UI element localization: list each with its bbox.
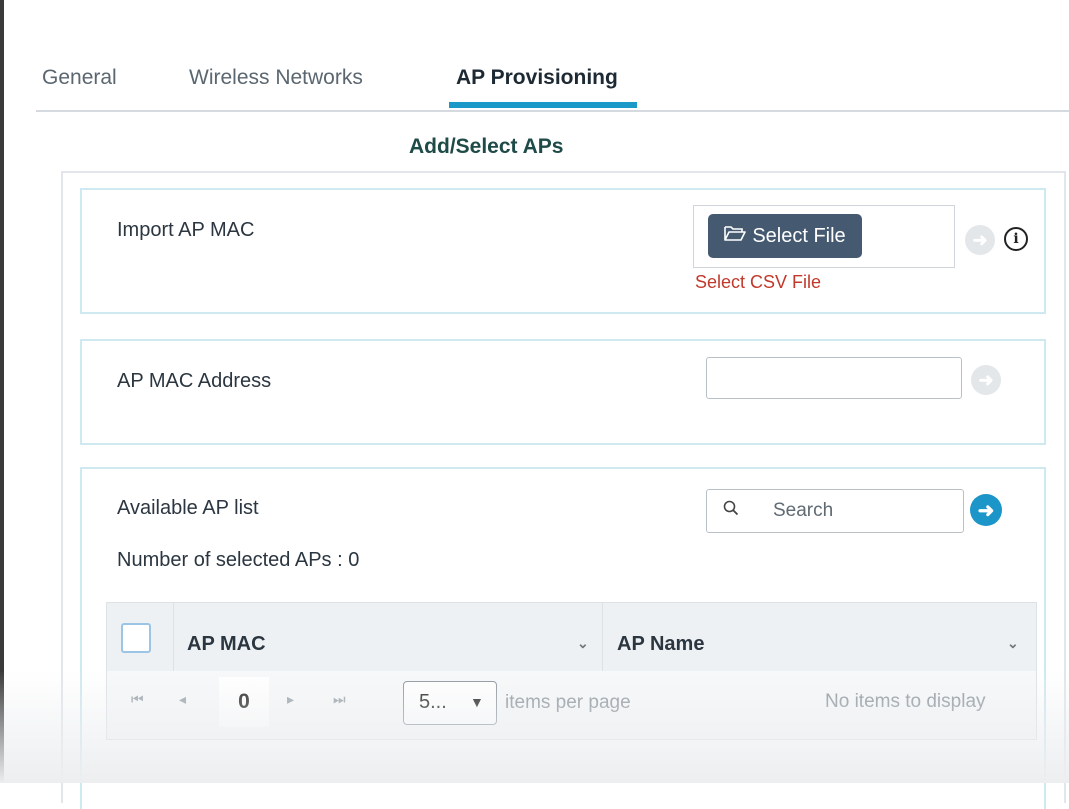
search-input[interactable]: Search [706, 489, 964, 533]
chevron-down-icon[interactable]: ⌄ [1007, 635, 1019, 652]
page-size-value: 5... [419, 691, 447, 713]
ap-grid: AP MAC ⌄ AP Name ⌄ ⏮ ◂ 0 ▸ ⏭ 5... ▼ item… [106, 602, 1037, 740]
chevron-down-icon[interactable]: ⌄ [577, 635, 589, 652]
file-picker: Select File [693, 205, 955, 268]
search-placeholder: Search [773, 500, 834, 521]
window-left-edge [0, 0, 4, 783]
current-page-number: 0 [219, 677, 269, 727]
caret-down-icon: ▼ [470, 694, 484, 710]
tab-wireless-networks[interactable]: Wireless Networks [189, 66, 363, 90]
select-all-cell [107, 603, 174, 671]
section-title: Add/Select APs [409, 135, 564, 158]
pager-status: No items to display [825, 691, 986, 712]
add-mac-go-arrow-icon[interactable]: ➜ [971, 365, 1001, 395]
ap-mac-address-label: AP MAC Address [117, 370, 272, 392]
folder-open-icon [724, 224, 747, 248]
first-page-icon[interactable]: ⏮ [131, 691, 144, 708]
search-go-arrow-icon[interactable]: ➜ [970, 494, 1002, 526]
column-header-ap-mac[interactable]: AP MAC ⌄ [173, 603, 603, 671]
select-file-button[interactable]: Select File [708, 214, 862, 258]
active-tab-indicator [449, 102, 637, 108]
column-header-ap-name[interactable]: AP Name ⌄ [603, 603, 1036, 671]
tab-ap-provisioning[interactable]: AP Provisioning [456, 66, 618, 90]
select-csv-note: Select CSV File [695, 272, 822, 292]
items-per-page-label: items per page [505, 692, 631, 713]
search-icon [723, 500, 739, 521]
selected-count: Number of selected APs : 0 [117, 549, 360, 571]
next-page-icon[interactable]: ▸ [287, 691, 294, 708]
column-label-ap-name: AP Name [617, 633, 705, 655]
previous-page-icon[interactable]: ◂ [179, 691, 186, 708]
grid-pager: ⏮ ◂ 0 ▸ ⏭ 5... ▼ items per page No items… [107, 671, 1036, 739]
tab-general[interactable]: General [42, 66, 117, 90]
select-file-label: Select File [752, 224, 846, 247]
import-ap-mac-label: Import AP MAC [117, 219, 255, 241]
info-icon[interactable]: i [1004, 227, 1028, 251]
available-ap-list-card: Available AP list Search ➜ Number of sel… [80, 467, 1046, 809]
import-go-arrow-icon[interactable]: ➜ [965, 225, 995, 255]
last-page-icon[interactable]: ⏭ [333, 691, 346, 708]
column-label-ap-mac: AP MAC [187, 633, 266, 655]
select-all-checkbox[interactable] [121, 623, 151, 653]
import-ap-mac-card: Import AP MAC Select File Select CSV Fil… [80, 188, 1046, 314]
add-select-aps-panel: Import AP MAC Select File Select CSV Fil… [61, 171, 1066, 809]
ap-mac-address-card: AP MAC Address ➜ [80, 339, 1046, 445]
available-ap-list-label: Available AP list [117, 497, 259, 519]
grid-header: AP MAC ⌄ AP Name ⌄ [107, 603, 1036, 672]
page-size-select[interactable]: 5... ▼ [403, 681, 497, 725]
ap-mac-address-input[interactable] [706, 357, 962, 399]
tab-bar: General Wireless Networks AP Provisionin… [36, 58, 1069, 112]
